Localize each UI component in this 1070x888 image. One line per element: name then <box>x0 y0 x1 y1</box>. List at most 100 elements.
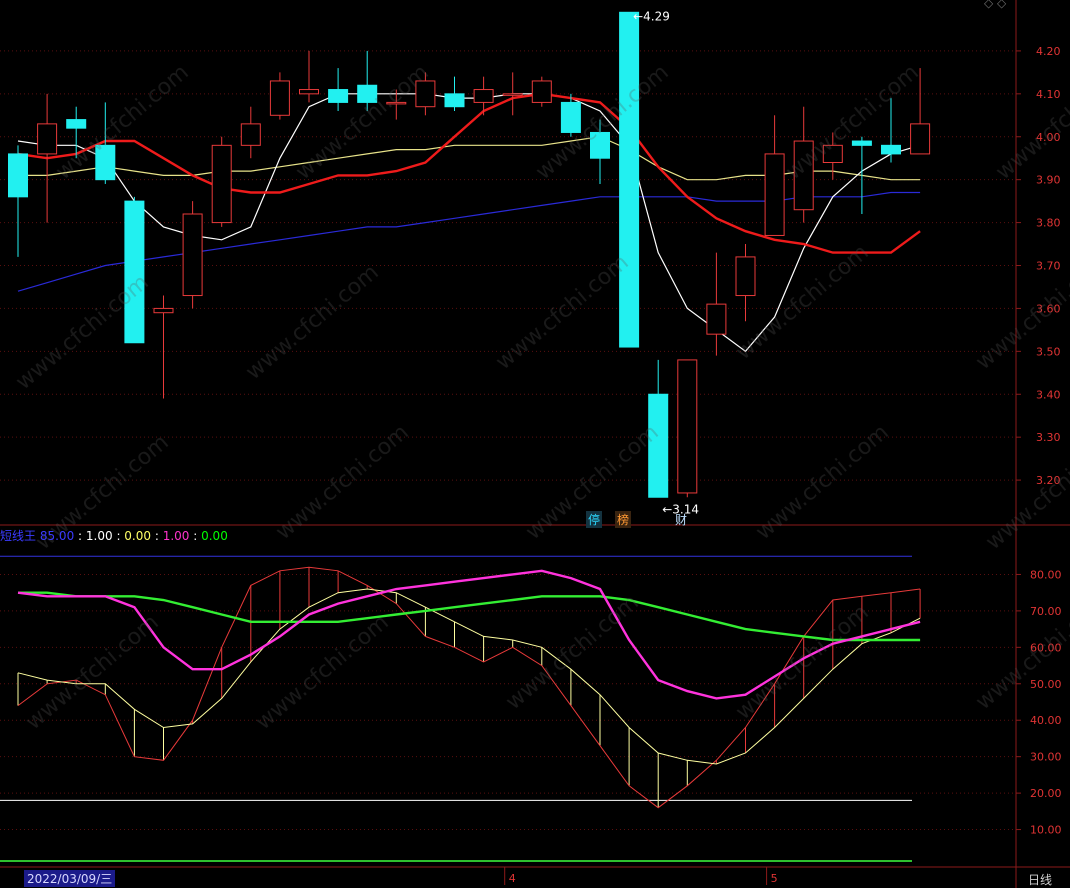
max-price-label: ←4.29 <box>633 9 670 23</box>
event-marker-ranking[interactable]: 榜 <box>615 511 632 528</box>
candlestick <box>153 295 174 399</box>
candle-body <box>648 393 669 498</box>
candlestick <box>182 201 203 309</box>
price-tick-label: 3.20 <box>1036 474 1061 487</box>
indicator-tick-label: 80.00 <box>1030 568 1062 581</box>
indicator-value-0: 85.00 <box>39 529 75 543</box>
candle-body <box>328 89 349 103</box>
candlesticks[interactable] <box>8 11 931 498</box>
candle-body <box>8 153 28 198</box>
price-tick-label: 4.00 <box>1036 131 1061 144</box>
chart-frame: 45 <box>0 0 1070 888</box>
price-tick-label: 3.70 <box>1036 260 1061 273</box>
indicator-value-2: 0.00 <box>124 529 152 543</box>
window-controls-icon[interactable]: ◇ ◇ <box>984 0 1006 10</box>
value-separator: : <box>154 529 163 543</box>
indicator-tick-label: 20.00 <box>1030 787 1062 800</box>
candlestick <box>648 359 669 498</box>
candle-body <box>851 140 872 146</box>
indicator-tick-label: 30.00 <box>1030 751 1062 764</box>
price-tick-label: 3.80 <box>1036 217 1061 230</box>
indicator-panel <box>0 555 921 862</box>
candle-body <box>502 93 523 96</box>
candlestick <box>299 50 319 103</box>
candle-body <box>619 11 640 348</box>
candle-body <box>444 93 465 108</box>
indicator-k-line <box>17 566 921 809</box>
candle-body <box>211 144 232 224</box>
candlestick <box>357 50 378 111</box>
candle-body <box>124 200 145 344</box>
candle-body <box>473 89 494 103</box>
indicator-tick-label: 40.00 <box>1030 714 1062 727</box>
indicator-tick-label: 50.00 <box>1030 678 1062 691</box>
indicator-name[interactable]: 短线王 <box>0 529 36 543</box>
candlestick <box>502 72 523 116</box>
candle-body <box>793 140 814 211</box>
candle-body <box>531 80 552 103</box>
candlestick <box>851 136 872 214</box>
candlestick <box>240 106 261 159</box>
candle-body <box>590 131 610 159</box>
stock-chart: 4.20 4.10 4.00 3.90 3.80 3.70 3.60 3.50 3.40 3.30… <box>0 0 1070 888</box>
candle-body <box>269 80 290 116</box>
candle-body <box>822 144 843 163</box>
candlestick <box>444 76 465 111</box>
candle-body <box>706 303 727 335</box>
grid-layer <box>0 50 1016 831</box>
candlestick <box>735 244 756 322</box>
price-tick-label: 4.10 <box>1036 88 1061 101</box>
candle-body <box>910 123 931 155</box>
indicator-tick-label: 60.00 <box>1030 641 1062 654</box>
candle-body <box>357 84 378 103</box>
candle-body <box>560 101 581 133</box>
price-tick-label: 4.20 <box>1036 45 1061 58</box>
candlestick <box>269 72 290 120</box>
ma20-line <box>18 136 921 181</box>
period-selector[interactable]: 日线 <box>1028 871 1052 888</box>
candlestick <box>590 119 610 184</box>
price-axis: 4.20 4.10 4.00 3.90 3.80 3.70 3.60 3.50 3.40 3.30… <box>1016 45 1061 487</box>
candle-body <box>764 153 785 236</box>
event-marker-suspension[interactable]: 停 <box>586 511 603 528</box>
indicator-d-line <box>17 588 921 765</box>
candlestick <box>910 68 931 155</box>
indicator-value-3: 1.00 <box>162 529 190 543</box>
candle-body <box>182 213 203 297</box>
indicator-tick-label: 10.00 <box>1030 824 1062 837</box>
value-separator: : <box>78 529 86 543</box>
candlestick <box>619 11 640 348</box>
candle-body <box>735 256 756 297</box>
price-tick-label: 3.90 <box>1036 174 1061 187</box>
candlestick <box>473 76 494 116</box>
event-marker-finance[interactable]: 财 <box>673 511 689 528</box>
candlestick <box>881 98 901 163</box>
value-separator: : <box>193 529 202 543</box>
price-tick-label: 3.50 <box>1036 345 1061 358</box>
time-axis-label: 4 <box>509 872 516 885</box>
candle-body <box>677 359 698 494</box>
candle-body <box>881 144 901 155</box>
indicator-tick-label: 70.00 <box>1030 605 1062 618</box>
candle-body <box>66 119 87 129</box>
price-tick-label: 3.40 <box>1036 388 1061 401</box>
candle-body <box>153 307 174 314</box>
candlestick <box>211 136 232 227</box>
candle-body <box>386 101 407 105</box>
indicator-value-4: 0.00 <box>201 529 228 543</box>
candlestick <box>793 106 814 223</box>
candle-body <box>240 123 261 146</box>
candle-body <box>415 80 436 108</box>
candlestick <box>124 196 145 344</box>
candlestick <box>677 359 698 498</box>
price-tick-label: 3.60 <box>1036 302 1061 315</box>
indicator-header[interactable]: 短线王 85.00 : 1.00 : 0.00 : 1.00 : 0.00 <box>0 527 228 544</box>
time-axis-label: 5 <box>771 872 778 885</box>
candle-body <box>37 123 58 155</box>
candle-body <box>299 89 319 95</box>
indicator-value-1: 1.00 <box>85 529 113 543</box>
price-tick-label: 3.30 <box>1036 431 1061 444</box>
candlestick <box>415 72 436 116</box>
candlestick <box>764 115 785 236</box>
candlestick <box>328 68 349 111</box>
